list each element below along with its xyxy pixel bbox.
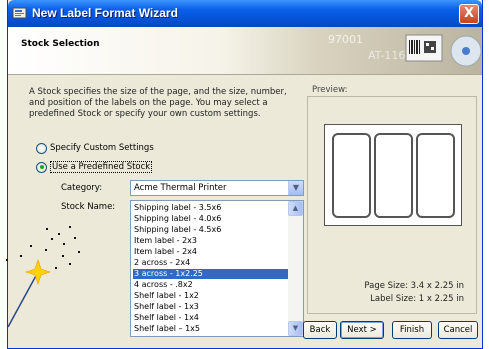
custom-settings-radio[interactable]: Specify Custom Settings bbox=[36, 142, 154, 154]
scroll-down-icon[interactable]: ▼ bbox=[288, 321, 303, 336]
list-item[interactable]: 3 across - 1x2.25 bbox=[133, 269, 288, 279]
radio-predefined-indicator[interactable] bbox=[36, 161, 47, 173]
banner-text-2: AT-116 bbox=[368, 49, 405, 62]
page-title: Stock Selection bbox=[21, 39, 100, 49]
magic-wand-icon bbox=[6, 226, 80, 328]
list-item[interactable]: Shipping label - 4.5x6 bbox=[133, 225, 288, 235]
page-size-text: Page Size: 3.4 x 2.25 in bbox=[364, 281, 464, 291]
preview-label-cell bbox=[374, 133, 413, 218]
chevron-down-icon[interactable]: ▼ bbox=[288, 181, 303, 195]
list-item[interactable]: Shelf label – 1x5 bbox=[133, 324, 288, 334]
list-item[interactable]: Shelf label - 1x4 bbox=[133, 313, 288, 323]
title-bar[interactable]: New Label Format Wizard X bbox=[8, 0, 482, 27]
stock-name-label: Stock Name: bbox=[61, 202, 116, 212]
preview-label-cell bbox=[332, 133, 371, 218]
close-icon: X bbox=[463, 6, 475, 21]
radio-custom-indicator[interactable] bbox=[36, 142, 47, 154]
banner-text: 97001 bbox=[328, 33, 363, 46]
wizard-header: Stock Selection 97001 AT-116 bbox=[8, 27, 482, 75]
preview-label: Preview: bbox=[312, 85, 348, 95]
list-item[interactable]: Shelf label - 1x3 bbox=[133, 302, 288, 312]
cancel-button[interactable]: Cancel bbox=[438, 321, 478, 339]
custom-settings-label: Specify Custom Settings bbox=[50, 143, 154, 153]
stock-description: A Stock specifies the size of the page, … bbox=[29, 87, 287, 119]
list-scrollbar[interactable]: ▲ ▼ bbox=[288, 201, 303, 336]
list-item[interactable]: Item label - 2x3 bbox=[133, 236, 288, 246]
barcode-label-banner-icon: 97001 AT-116 bbox=[328, 33, 482, 67]
category-select[interactable]: Acme Thermal Printer ▼ bbox=[130, 180, 304, 196]
preview-panel: Page Size: 3.4 x 2.25 in Label Size: 1 x… bbox=[307, 96, 477, 314]
wizard-app-icon bbox=[12, 7, 27, 19]
list-item[interactable]: 2 across - 2x4 bbox=[133, 258, 288, 268]
stock-name-list[interactable]: Shipping label - 3.5x6 Shipping label - 4… bbox=[130, 200, 304, 337]
label-size-text: Label Size: 1 x 2.25 in bbox=[370, 294, 464, 304]
finish-button[interactable]: Finish bbox=[392, 321, 432, 339]
list-item[interactable]: Item label - 2x4 bbox=[133, 247, 288, 257]
list-item[interactable]: 4 across - .8x2 bbox=[133, 280, 288, 290]
list-item[interactable]: Shipping label - 3.5x6 bbox=[133, 203, 288, 213]
close-button[interactable]: X bbox=[459, 4, 479, 24]
list-item[interactable]: Shipping label - 4.0x6 bbox=[133, 214, 288, 224]
category-label: Category: bbox=[61, 183, 103, 193]
scroll-up-icon[interactable]: ▲ bbox=[288, 201, 303, 216]
predefined-stock-label: Use a Predefined Stock bbox=[50, 161, 153, 173]
next-button[interactable]: Next > bbox=[340, 321, 384, 339]
category-value: Acme Thermal Printer bbox=[134, 183, 227, 193]
window-title: New Label Format Wizard bbox=[32, 6, 178, 20]
preview-page bbox=[324, 124, 462, 226]
predefined-stock-radio[interactable]: Use a Predefined Stock bbox=[36, 161, 153, 173]
preview-label-cell bbox=[416, 133, 455, 218]
back-button[interactable]: Back bbox=[303, 321, 337, 339]
list-item[interactable]: Shelf label - 1x2 bbox=[133, 291, 288, 301]
